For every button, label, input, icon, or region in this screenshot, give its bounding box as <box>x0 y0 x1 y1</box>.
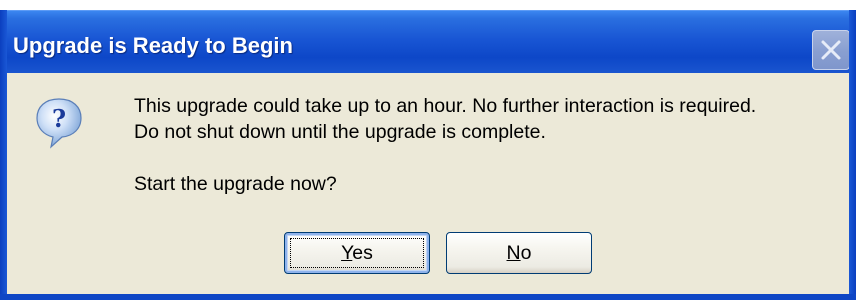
window-title: Upgrade is Ready to Begin <box>13 33 293 58</box>
no-button[interactable]: No <box>446 232 592 274</box>
message-line-1: This upgrade could take up to an hour. N… <box>134 95 757 117</box>
message-line-2: Do not shut down until the upgrade is co… <box>134 121 546 143</box>
title-bar[interactable]: Upgrade is Ready to Begin <box>0 10 856 73</box>
yes-button[interactable]: Yes <box>284 232 430 274</box>
focus-rectangle <box>290 238 424 268</box>
message-prompt: Start the upgrade now? <box>134 173 337 195</box>
window-frame-left <box>0 10 7 300</box>
window-frame-bottom <box>0 294 856 300</box>
close-icon <box>821 40 841 60</box>
window-frame-right <box>849 10 856 300</box>
svg-text:?: ? <box>52 104 66 133</box>
dialog-window: Upgrade is Ready to Begin ? This upgrade… <box>0 0 856 300</box>
close-button[interactable] <box>812 30 850 70</box>
no-label-rest: o <box>520 242 532 264</box>
question-icon: ? <box>36 98 82 149</box>
no-accelerator: N <box>506 242 521 264</box>
